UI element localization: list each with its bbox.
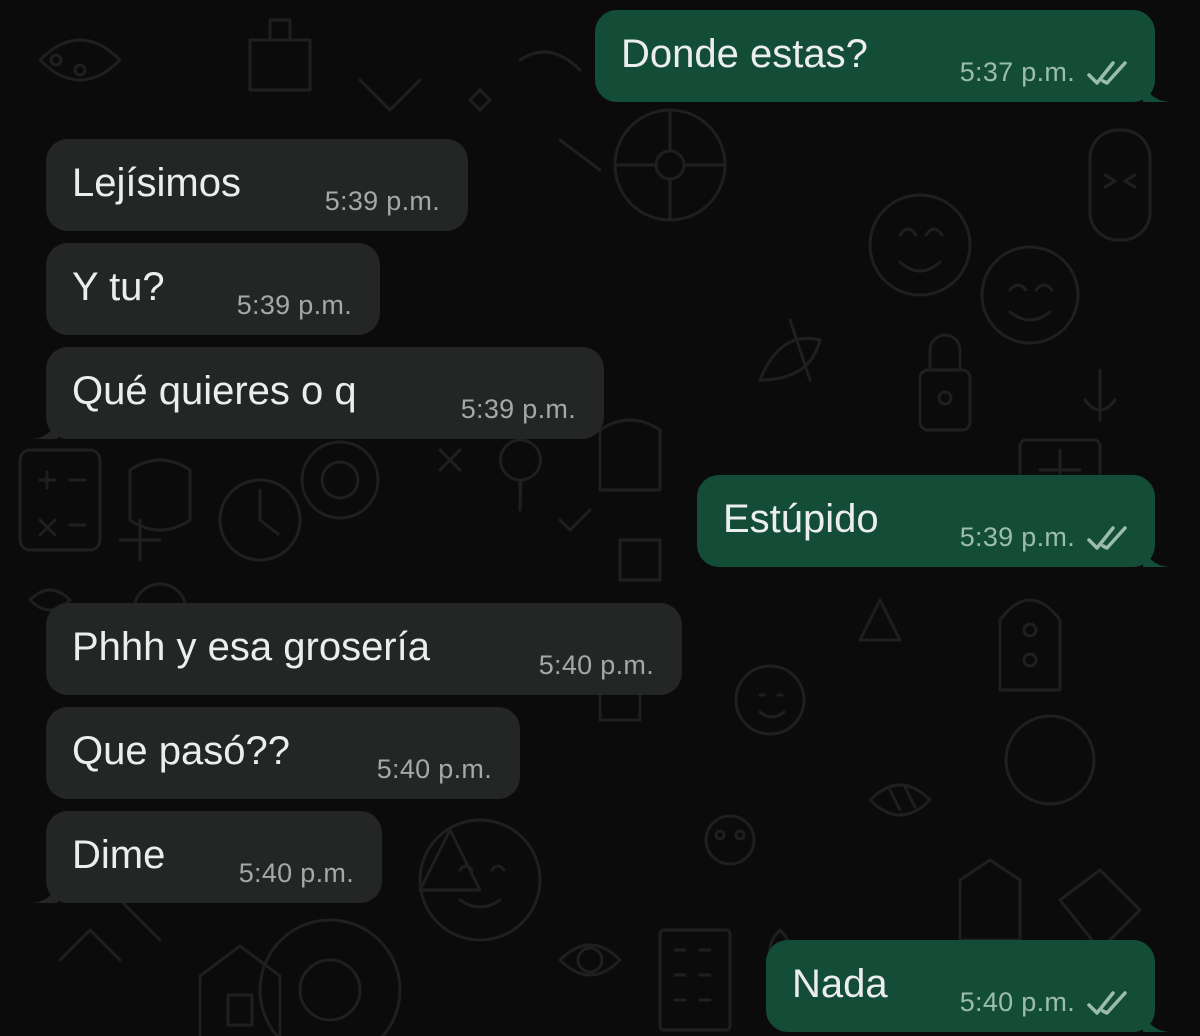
double-check-icon <box>1087 525 1127 550</box>
message-timestamp: 5:39 p.m. <box>324 186 440 216</box>
bubble-tail <box>1143 543 1169 567</box>
message-meta: 5:37 p.m. <box>960 57 1129 88</box>
message-text: Lejísimos <box>72 161 241 205</box>
message-bubble-incoming[interactable]: Lejísimos 5:39 p.m. <box>46 139 468 231</box>
message-meta: 5:40 p.m. <box>377 754 492 785</box>
message-meta: 5:39 p.m. <box>960 522 1129 553</box>
message-timestamp: 5:39 p.m. <box>959 522 1075 552</box>
message-bubble-outgoing[interactable]: Donde estas? 5:37 p.m. <box>595 10 1169 102</box>
message-meta: 5:39 p.m. <box>237 290 352 321</box>
message-text: Que pasó?? <box>72 729 290 773</box>
message-text: Qué quieres o q <box>72 369 357 413</box>
message-bubble-incoming[interactable]: Qué quieres o q 5:39 p.m. <box>32 347 604 439</box>
bubble-tail <box>1143 78 1169 102</box>
message-bubble-outgoing[interactable]: Estúpido 5:39 p.m. <box>697 475 1169 567</box>
message-text: Estúpido <box>723 497 879 541</box>
message-bubble-incoming[interactable]: Phhh y esa grosería 5:40 p.m. <box>46 603 682 695</box>
message-meta: 5:40 p.m. <box>239 858 354 889</box>
bubble-tail <box>32 415 58 439</box>
double-check-icon <box>1087 990 1127 1015</box>
message-timestamp: 5:40 p.m. <box>376 754 492 784</box>
message-timestamp: 5:39 p.m. <box>460 394 576 424</box>
message-text: Dime <box>72 833 166 877</box>
message-bubble-incoming[interactable]: Y tu? 5:39 p.m. <box>46 243 380 335</box>
double-check-icon <box>1087 60 1127 85</box>
message-bubble-incoming[interactable]: Que pasó?? 5:40 p.m. <box>46 707 520 799</box>
message-timestamp: 5:40 p.m. <box>538 650 654 680</box>
bubble-tail <box>32 879 58 903</box>
chat-thread: Donde estas? 5:37 p.m. Lejísimos 5:39 p.… <box>0 0 1200 1036</box>
message-timestamp: 5:40 p.m. <box>238 858 354 888</box>
message-meta: 5:39 p.m. <box>325 186 440 217</box>
message-meta: 5:39 p.m. <box>461 394 576 425</box>
message-meta: 5:40 p.m. <box>539 650 654 681</box>
bubble-tail <box>1143 1008 1169 1032</box>
message-bubble-incoming[interactable]: Dime 5:40 p.m. <box>32 811 382 903</box>
message-meta: 5:40 p.m. <box>960 987 1129 1018</box>
message-timestamp: 5:39 p.m. <box>236 290 352 320</box>
message-text: Nada <box>792 962 888 1006</box>
message-text: Phhh y esa grosería <box>72 625 430 669</box>
message-text: Y tu? <box>72 265 165 309</box>
message-bubble-outgoing[interactable]: Nada 5:40 p.m. <box>766 940 1169 1032</box>
message-timestamp: 5:40 p.m. <box>959 987 1075 1017</box>
message-timestamp: 5:37 p.m. <box>959 57 1075 87</box>
message-text: Donde estas? <box>621 32 868 76</box>
